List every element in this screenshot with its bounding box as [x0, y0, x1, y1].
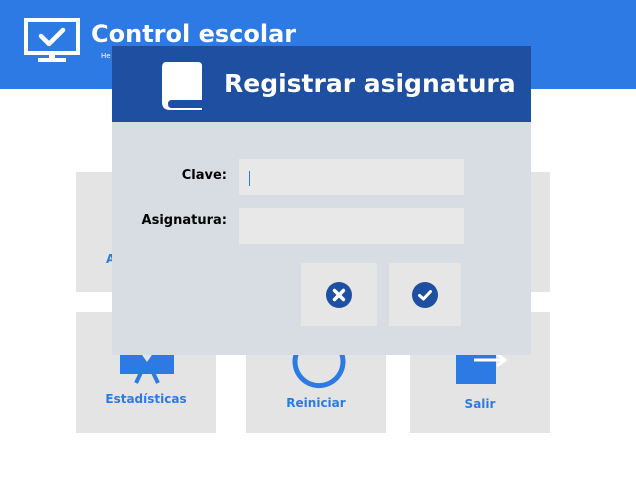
confirm-button[interactable]	[389, 263, 461, 326]
exit-icon	[456, 352, 508, 384]
monitor-check-icon	[24, 18, 80, 62]
asignatura-input[interactable]	[239, 208, 464, 244]
check-circle-icon	[412, 281, 438, 308]
app-title: Control escolar	[91, 20, 297, 48]
clave-label: Clave:	[181, 168, 227, 183]
tile-label: Salir	[464, 397, 496, 411]
cancel-circle-icon	[326, 281, 352, 308]
tile-label: Estadísticas	[105, 392, 187, 406]
dialog-title: Registrar asignatura	[224, 69, 516, 98]
cancel-button[interactable]	[301, 263, 377, 326]
dialog-header: Registrar asignatura	[112, 46, 531, 122]
presentation-board-icon	[120, 352, 174, 384]
register-subject-dialog: Registrar asignatura Clave: Asignatura:	[112, 46, 531, 355]
asignatura-label: Asignatura:	[141, 213, 227, 228]
clave-input[interactable]	[239, 159, 464, 195]
app-subtitle: He	[101, 52, 111, 60]
tile-label: Reiniciar	[286, 396, 346, 410]
book-icon	[162, 62, 202, 110]
app-window: Control escolar He A Estadísticas Reinic…	[0, 0, 636, 477]
text-caret	[249, 171, 250, 186]
